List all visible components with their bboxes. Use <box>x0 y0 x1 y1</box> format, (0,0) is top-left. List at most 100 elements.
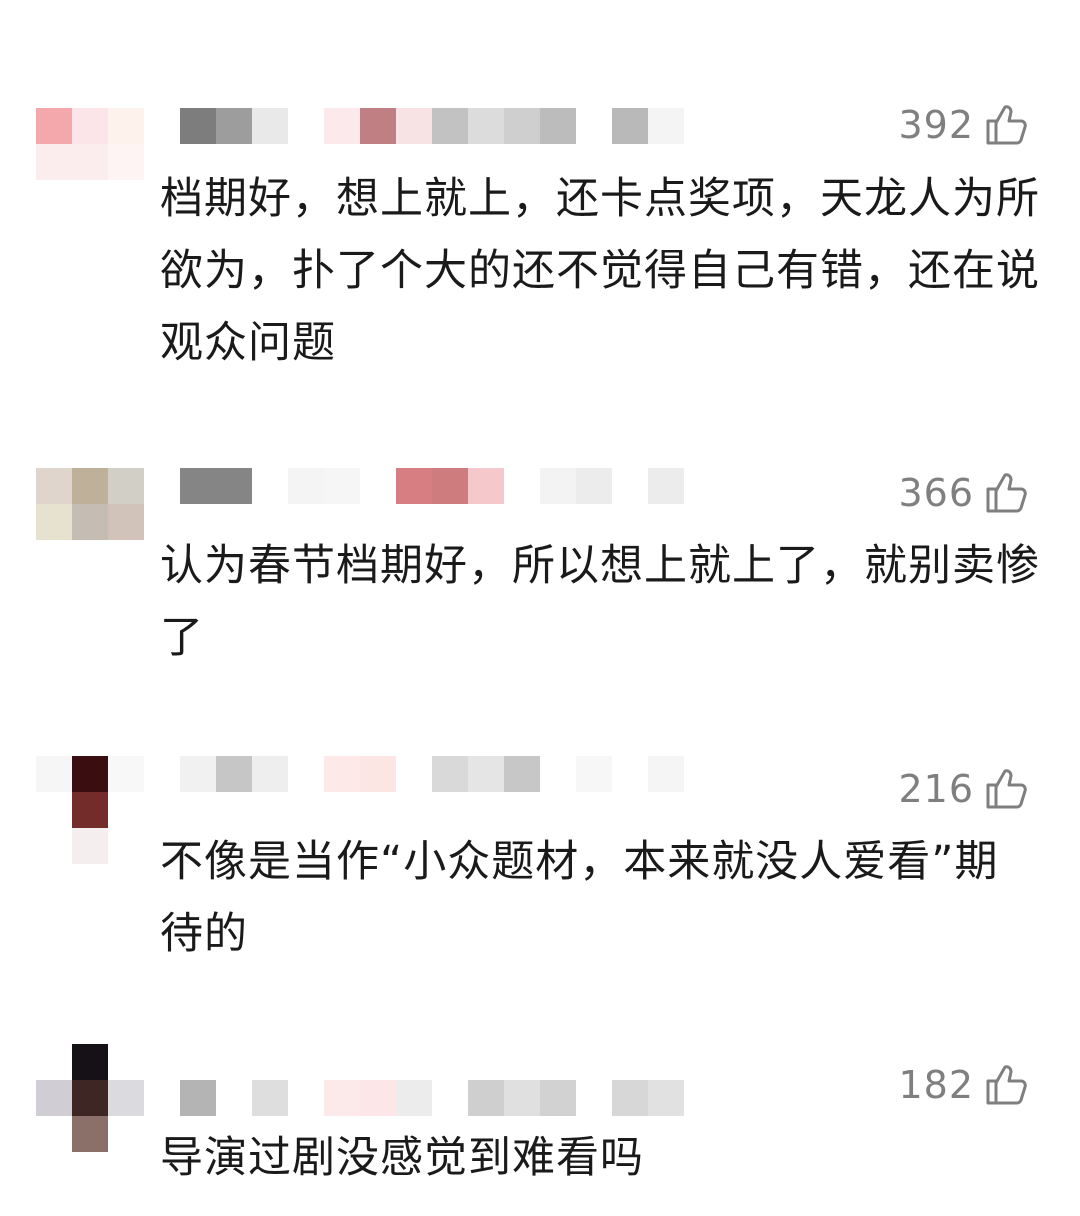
avatar-pixel <box>36 1116 72 1152</box>
username-mosaic-block <box>540 1080 576 1116</box>
avatar[interactable] <box>36 1044 144 1152</box>
avatar-pixel <box>108 1116 144 1152</box>
avatar-pixel <box>72 468 108 504</box>
username-mosaic-block <box>216 756 252 792</box>
username-mosaic-block <box>576 468 612 504</box>
avatar-pixel <box>72 180 108 216</box>
avatar-pixel <box>36 792 72 828</box>
avatar-pixel <box>72 504 108 540</box>
avatar-pixel <box>72 144 108 180</box>
avatar-pixel <box>72 1044 108 1080</box>
avatar-pixel <box>108 504 144 540</box>
avatar-pixel <box>36 828 72 864</box>
username-mosaic-block <box>252 756 288 792</box>
username-mosaic-block <box>288 1080 324 1116</box>
like-count: 182 <box>898 1063 974 1107</box>
avatar-pixel <box>36 108 72 144</box>
avatar-pixel <box>36 180 72 216</box>
avatar-pixel <box>108 180 144 216</box>
username-mosaic-block <box>468 1080 504 1116</box>
username-mosaic-block <box>504 1080 540 1116</box>
avatar-pixel <box>72 792 108 828</box>
username-mosaic-block <box>540 108 576 144</box>
username-mosaic-block <box>216 1080 252 1116</box>
avatar[interactable] <box>36 108 144 216</box>
username-mosaic-block <box>396 756 432 792</box>
username-mosaic-block <box>540 468 576 504</box>
username-mosaic-block <box>252 1080 288 1116</box>
thumbs-up-icon <box>982 765 1030 813</box>
username-mosaic-block <box>288 108 324 144</box>
like-button[interactable]: 216 <box>898 764 1030 814</box>
username-mosaic-block <box>432 468 468 504</box>
username-mosaic-block <box>612 468 648 504</box>
username-mosaic-block <box>180 468 216 504</box>
avatar[interactable] <box>36 756 144 864</box>
avatar-pixel <box>108 828 144 864</box>
username-mosaic-block <box>360 108 396 144</box>
thumbs-up-icon <box>982 101 1030 149</box>
avatar-pixel <box>36 1044 72 1080</box>
username-mosaic-block <box>612 1080 648 1116</box>
like-count: 392 <box>898 103 974 147</box>
username-mosaic-block <box>576 756 612 792</box>
avatar-pixel <box>72 828 108 864</box>
username-mosaic-block <box>216 108 252 144</box>
avatar-pixel <box>108 108 144 144</box>
username-mosaic-block <box>180 756 216 792</box>
username-mosaic-block <box>504 108 540 144</box>
avatar-pixel <box>36 504 72 540</box>
avatar-pixel <box>108 1044 144 1080</box>
avatar-pixel <box>36 540 72 576</box>
username-mosaic-block <box>360 756 396 792</box>
avatar-pixel <box>108 1080 144 1116</box>
avatar-pixel <box>108 792 144 828</box>
username-mosaic-block <box>468 756 504 792</box>
username-mosaic-block <box>432 756 468 792</box>
username-mosaic-block <box>360 1080 396 1116</box>
username-mosaic-block <box>576 1080 612 1116</box>
username-mosaic-block <box>612 756 648 792</box>
avatar-pixel <box>72 756 108 792</box>
username-mosaic-block <box>216 468 252 504</box>
username-mosaic-block <box>180 1080 216 1116</box>
like-count: 366 <box>898 471 974 515</box>
avatar-pixel <box>72 108 108 144</box>
avatar-pixel <box>36 144 72 180</box>
avatar[interactable] <box>36 468 144 576</box>
username-mosaic-block <box>324 108 360 144</box>
username-mosaic-block <box>648 468 684 504</box>
avatar-pixel <box>36 756 72 792</box>
username-mosaic-block <box>432 108 468 144</box>
username-mosaic-block <box>324 756 360 792</box>
username-mosaic-block <box>288 468 324 504</box>
thumbs-up-icon <box>982 1061 1030 1109</box>
avatar-pixel <box>108 540 144 576</box>
username-mosaic-block <box>468 108 504 144</box>
username-mosaic-block <box>648 108 684 144</box>
username-mosaic-block <box>648 1080 684 1116</box>
username-mosaic-block <box>540 756 576 792</box>
like-button[interactable]: 392 <box>898 100 1030 150</box>
comment-text: 认为春节档期好，所以想上就上了，就别卖惨了 <box>160 541 1040 663</box>
username-mosaic-block <box>324 1080 360 1116</box>
like-button[interactable]: 182 <box>898 1060 1030 1110</box>
avatar-pixel <box>72 1080 108 1116</box>
avatar-pixel <box>108 756 144 792</box>
avatar-pixel <box>108 468 144 504</box>
avatar-pixel <box>36 1080 72 1116</box>
avatar-pixel <box>72 540 108 576</box>
comment-text: 档期好，想上就上，还卡点奖项，天龙人为所欲为，扑了个大的还不觉得自己有错，还在说… <box>160 174 1040 368</box>
username-mosaic-block <box>252 108 288 144</box>
like-button[interactable]: 366 <box>898 468 1030 518</box>
avatar-pixel <box>36 468 72 504</box>
username-mosaic-block <box>252 468 288 504</box>
avatar-pixel <box>72 1116 108 1152</box>
comment-text: 不像是当作“小众题材，本来就没人爱看”期待的 <box>160 837 999 959</box>
username-mosaic-block <box>468 468 504 504</box>
username-mosaic-block <box>396 468 432 504</box>
username-mosaic-block <box>432 1080 468 1116</box>
avatar-pixel <box>108 144 144 180</box>
username-mosaic-block <box>504 756 540 792</box>
username-mosaic-block <box>180 108 216 144</box>
